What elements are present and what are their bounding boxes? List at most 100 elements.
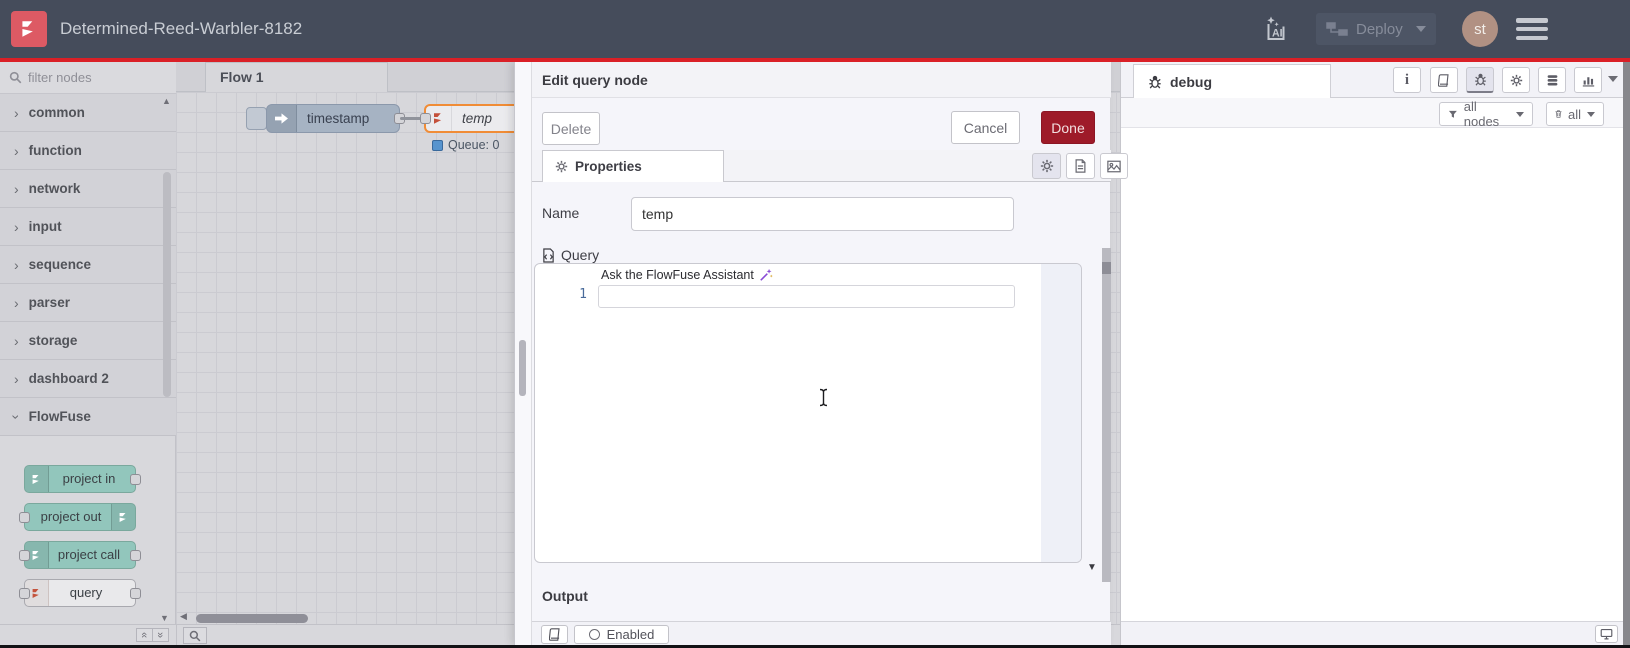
editor-minimap[interactable] xyxy=(1041,264,1081,562)
output-section-label: Output xyxy=(542,588,588,604)
search-icon xyxy=(9,71,22,84)
tray-tab-row: Properties xyxy=(532,150,1128,182)
debug-messages-panel[interactable] xyxy=(1121,128,1623,621)
deploy-node-icon xyxy=(1326,22,1348,36)
caret-down-icon xyxy=(1587,111,1595,117)
debug-sidebar-button[interactable] xyxy=(1466,67,1494,93)
chevron-right-icon: › xyxy=(14,180,19,197)
database-icon xyxy=(1547,74,1557,85)
filter-funnel-icon xyxy=(1448,110,1457,118)
help-sidebar-button[interactable] xyxy=(1430,67,1458,93)
name-field[interactable] xyxy=(631,197,1014,231)
chevron-right-icon: › xyxy=(14,218,19,235)
palette-scroll-down-icon[interactable]: ▼ xyxy=(160,613,169,623)
clear-all-button[interactable]: all xyxy=(1546,102,1604,126)
code-file-icon xyxy=(543,247,554,263)
palette-node-query[interactable]: query xyxy=(19,579,141,607)
palette-category-network[interactable]: › network xyxy=(0,170,176,208)
palette-scroll-up-icon[interactable]: ▲ xyxy=(162,96,171,106)
done-button[interactable]: Done xyxy=(1041,111,1095,144)
bug-icon xyxy=(1149,75,1161,89)
book-icon xyxy=(548,628,560,641)
collapse-all-button[interactable]: « xyxy=(136,628,153,642)
canvas-scroll-left-icon[interactable]: ◀ xyxy=(180,611,187,622)
editor-line-1[interactable] xyxy=(598,285,1015,308)
scroll-down-icon[interactable]: ▼ xyxy=(1087,562,1097,573)
query-code-editor[interactable]: Ask the FlowFuse Assistant 1 xyxy=(534,263,1082,563)
palette-category-sequence[interactable]: › sequence xyxy=(0,246,176,284)
tray-footer: Enabled xyxy=(532,621,1111,645)
node-red-editor: Determined-Reed-Warbler-8182 AI Deploy s… xyxy=(0,0,1630,648)
debug-footer xyxy=(1121,621,1623,645)
deploy-caret-icon[interactable] xyxy=(1416,26,1426,32)
filter-all-nodes-button[interactable]: all nodes xyxy=(1439,99,1533,129)
metrics-chart-button[interactable] xyxy=(1574,67,1602,93)
tray-scrollbar[interactable] xyxy=(1102,248,1111,582)
sidebar-options-caret-icon[interactable] xyxy=(1608,76,1618,82)
context-data-button[interactable] xyxy=(1538,67,1566,93)
chevron-right-icon: › xyxy=(14,370,19,387)
tab-flow1[interactable]: Flow 1 xyxy=(205,62,388,92)
palette-category-dashboard2[interactable]: › dashboard 2 xyxy=(0,360,176,398)
node-enabled-toggle[interactable]: Enabled xyxy=(574,625,669,644)
deploy-button[interactable]: Deploy xyxy=(1316,13,1436,45)
input-port[interactable] xyxy=(19,588,30,599)
gear-icon xyxy=(555,160,568,173)
sidebar-tab-strip: debug i xyxy=(1121,62,1623,98)
output-port[interactable] xyxy=(130,550,141,561)
document-icon xyxy=(1075,159,1086,173)
config-nodes-button[interactable] xyxy=(1502,67,1530,93)
trash-icon xyxy=(1555,110,1562,118)
description-tab-button[interactable] xyxy=(1066,153,1095,179)
ai-assistant-button[interactable]: AI xyxy=(1258,13,1294,45)
palette-node-project-out[interactable]: project out xyxy=(19,503,136,531)
search-icon xyxy=(189,630,201,641)
palette-node-project-call[interactable]: project call xyxy=(19,541,141,569)
palette-category-flowfuse[interactable]: › FlowFuse xyxy=(0,398,176,436)
text-cursor-pointer xyxy=(818,388,829,412)
canvas-vertical-scrollbar[interactable] xyxy=(519,340,526,396)
filter-nodes-input[interactable] xyxy=(28,70,138,85)
instance-title: Determined-Reed-Warbler-8182 xyxy=(60,19,303,38)
cancel-button[interactable]: Cancel xyxy=(951,111,1020,144)
tab-properties[interactable]: Properties xyxy=(542,150,724,182)
magic-wand-icon xyxy=(760,268,773,281)
settings-tab-button[interactable] xyxy=(1032,153,1061,179)
palette-scrollbar[interactable] xyxy=(163,172,171,397)
expand-all-button[interactable]: » xyxy=(152,628,169,642)
palette-category-input[interactable]: › input xyxy=(0,208,176,246)
tab-debug[interactable]: debug xyxy=(1133,64,1331,98)
node-help-button[interactable] xyxy=(541,625,568,644)
appearance-tab-button[interactable] xyxy=(1100,153,1128,179)
input-port[interactable] xyxy=(420,113,431,124)
node-status: Queue: 0 xyxy=(432,138,499,152)
input-port[interactable] xyxy=(19,550,30,561)
edit-node-tray: Edit query node Delete Cancel Done Prope… xyxy=(514,62,1128,645)
output-port[interactable] xyxy=(130,588,141,599)
palette-category-storage[interactable]: › storage xyxy=(0,322,176,360)
svg-text:AI: AI xyxy=(1272,28,1283,40)
palette-node-project-in[interactable]: project in xyxy=(24,465,141,493)
flowfuse-logo-icon xyxy=(11,11,47,47)
palette-category-common[interactable]: › common xyxy=(0,94,176,132)
palette-category-parser[interactable]: › parser xyxy=(0,284,176,322)
assistant-placeholder[interactable]: Ask the FlowFuse Assistant xyxy=(601,268,773,282)
query-section-label: Query xyxy=(542,247,599,263)
debug-sidebar: debug i all nodes all xyxy=(1120,62,1623,645)
tray-resize-handle[interactable] xyxy=(515,62,532,645)
palette-category-function[interactable]: › function xyxy=(0,132,176,170)
gear-icon xyxy=(1040,159,1053,173)
window-scrollbar-strip[interactable] xyxy=(1622,62,1630,645)
inject-trigger-button[interactable] xyxy=(246,107,267,130)
info-sidebar-button[interactable]: i xyxy=(1393,67,1421,93)
delete-button[interactable]: Delete xyxy=(542,112,600,145)
palette-search[interactable] xyxy=(0,62,176,94)
input-port[interactable] xyxy=(19,512,30,523)
output-port[interactable] xyxy=(130,474,141,485)
open-debug-window-button[interactable] xyxy=(1595,625,1618,643)
main-menu-icon[interactable] xyxy=(1516,18,1548,40)
node-timestamp[interactable]: timestamp xyxy=(266,104,405,133)
canvas-horizontal-scrollbar[interactable] xyxy=(196,614,308,623)
user-avatar[interactable]: st xyxy=(1462,11,1498,47)
zoom-search-button[interactable] xyxy=(183,627,207,644)
